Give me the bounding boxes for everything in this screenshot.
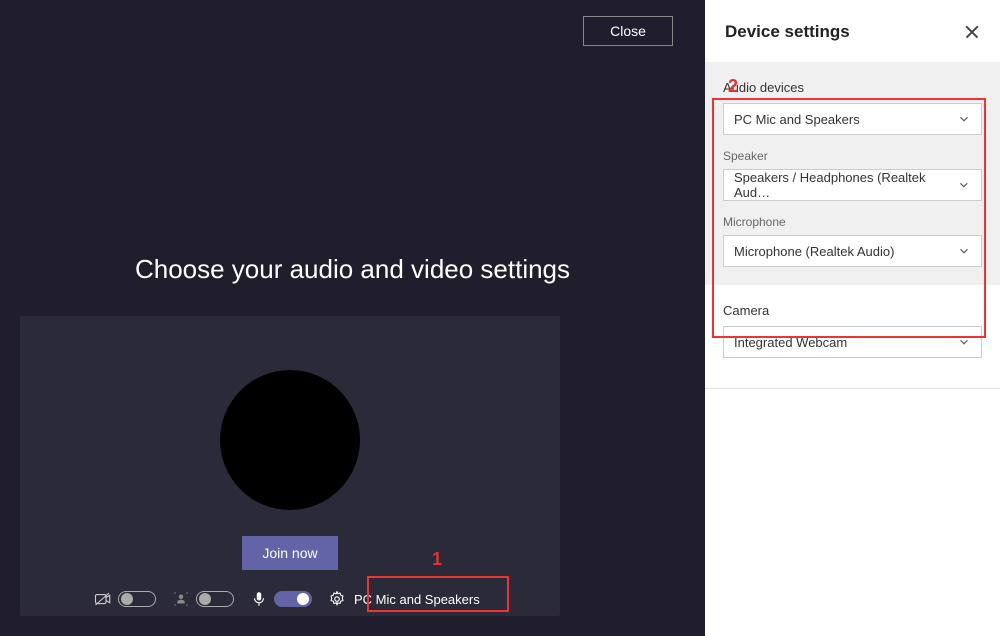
annotation-box-1 (367, 576, 509, 612)
settings-title: Device settings (725, 22, 850, 42)
close-button[interactable]: Close (583, 16, 673, 46)
divider (705, 388, 1000, 389)
camera-control (94, 590, 156, 608)
annotation-label-1: 1 (432, 549, 442, 570)
camera-off-icon (94, 590, 112, 608)
settings-header: Device settings (705, 0, 1000, 62)
join-now-button[interactable]: Join now (242, 536, 338, 570)
blur-icon (172, 590, 190, 608)
avatar (220, 370, 360, 510)
annotation-label-2: 2 (728, 76, 738, 97)
video-preview-card: Join now (20, 316, 560, 616)
blur-control (172, 590, 234, 608)
prejoin-main-area: Close Choose your audio and video settin… (0, 0, 705, 636)
gear-icon (328, 590, 346, 608)
microphone-toggle[interactable] (274, 591, 312, 607)
microphone-control (250, 590, 312, 608)
mic-icon (250, 590, 268, 608)
annotation-box-2 (712, 98, 986, 338)
close-icon[interactable] (964, 24, 980, 40)
prejoin-heading: Choose your audio and video settings (0, 254, 705, 285)
blur-toggle[interactable] (196, 591, 234, 607)
camera-toggle[interactable] (118, 591, 156, 607)
audio-devices-label: Audio devices (723, 80, 982, 95)
